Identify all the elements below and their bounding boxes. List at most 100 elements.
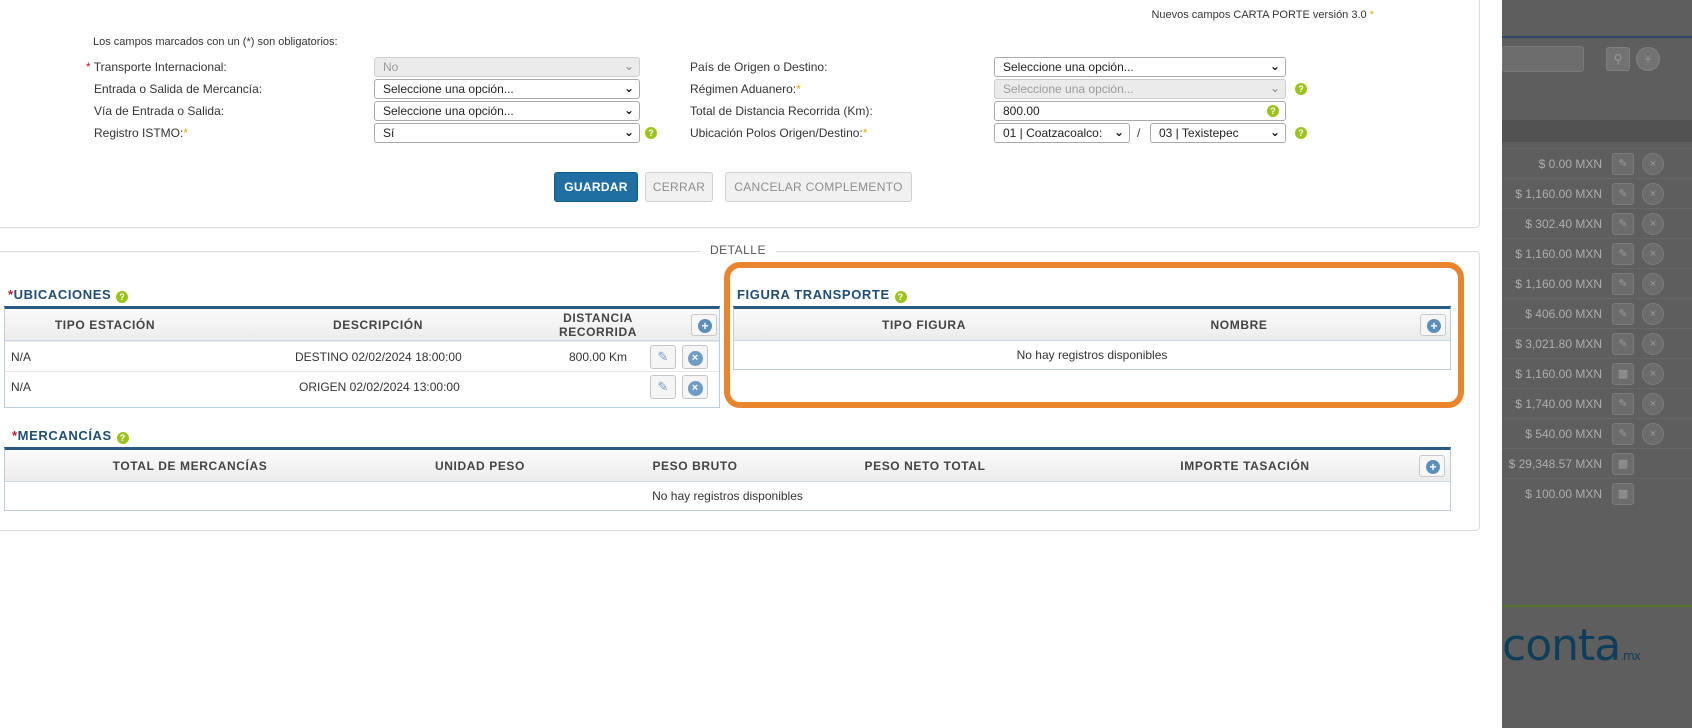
highlight-annotation [724, 262, 1464, 408]
table-row[interactable]: N/A ORIGEN 02/02/2024 13:00:00 ✎ × [5, 371, 719, 401]
delete-icon: × [1642, 393, 1664, 415]
col-importe-tasacion[interactable]: IMPORTE TASACIÓN [1065, 450, 1425, 482]
bg-table-row: $ 1,160.00 MXN ▩ × [1502, 358, 1692, 388]
cell-distancia: 800.00 Km [569, 350, 628, 364]
delete-icon: × [1642, 303, 1664, 325]
bg-amount: $ 1,740.00 MXN [1515, 397, 1602, 411]
empty-message: No hay registros disponibles [652, 489, 803, 503]
bg-table-row: $ 302.40 MXN ✎ × [1502, 208, 1692, 238]
col-peso-bruto[interactable]: PESO BRUTO [595, 450, 795, 482]
bg-amount: $ 1,160.00 MXN [1515, 247, 1602, 261]
field-pais-origen: País de Origen o Destino: Seleccione una… [0, 57, 1320, 77]
field-ubicacion-polos: Ubicación Polos Origen/Destino:* 01 | Co… [0, 123, 1320, 143]
col-peso-neto-total[interactable]: PESO NETO TOTAL [805, 450, 1045, 482]
delete-icon: × [1642, 363, 1664, 385]
mercancias-grid-header: TOTAL DE MERCANCÍAS UNIDAD PESO PESO BRU… [5, 450, 1450, 482]
bg-table-row: $ 540.00 MXN ✎ × [1502, 418, 1692, 448]
edit-icon[interactable]: ✎ [650, 345, 676, 369]
col-tipo-estacion[interactable]: TIPO ESTACIÓN [5, 309, 205, 341]
cancelar-complemento-button[interactable]: CANCELAR COMPLEMENTO [725, 172, 912, 202]
bg-table-header [1502, 120, 1692, 142]
edit-icon: ✎ [1612, 243, 1634, 265]
bg-table-row: $ 1,740.00 MXN ✎ × [1502, 388, 1692, 418]
bg-amount: $ 29,348.57 MXN [1508, 457, 1602, 471]
table-row[interactable]: N/A DESTINO 02/02/2024 18:00:00 800.00 K… [5, 341, 719, 371]
bg-table-row: $ 0.00 MXN ✎ × [1502, 148, 1692, 178]
bg-search-input [1502, 46, 1584, 72]
guardar-button[interactable]: GUARDAR [554, 172, 638, 202]
field-label: País de Origen o Destino: [690, 60, 828, 74]
chevron-down-icon: ⌄ [1113, 125, 1124, 139]
regimen-aduanero-select[interactable]: Seleccione una opción... ⌄ [994, 79, 1286, 99]
edit-icon[interactable]: ✎ [650, 375, 676, 399]
bg-table-row: $ 100.00 MXN ▩ [1502, 478, 1692, 508]
cell-descripcion: DESTINO 02/02/2024 18:00:00 [295, 350, 462, 364]
edit-icon: ✎ [1612, 213, 1634, 235]
edit-icon: ✎ [1612, 153, 1634, 175]
bg-amount: $ 302.40 MXN [1525, 217, 1602, 231]
help-icon[interactable]: ? [1267, 105, 1279, 117]
chevron-down-icon: ⌄ [1269, 59, 1280, 73]
polo-separator: / [1137, 126, 1141, 140]
edit-icon: ✎ [1612, 393, 1634, 415]
mercancias-title: *MERCANCÍAS? [12, 428, 129, 444]
delete-icon: × [1642, 333, 1664, 355]
col-unidad-peso[interactable]: UNIDAD PESO [365, 450, 595, 482]
edit-icon: ✎ [1612, 333, 1634, 355]
mercancias-grid: TOTAL DE MERCANCÍAS UNIDAD PESO PESO BRU… [4, 447, 1451, 511]
bg-amount: $ 100.00 MXN [1525, 487, 1602, 501]
bg-search-icon: ⚲ [1606, 47, 1630, 71]
delete-icon: × [1642, 153, 1664, 175]
add-ubicacion-button[interactable]: + [691, 314, 717, 336]
bg-table-row: $ 29,348.57 MXN ▩ [1502, 448, 1692, 478]
bg-amount: $ 540.00 MXN [1525, 427, 1602, 441]
pais-origen-select[interactable]: Seleccione una opción... ⌄ [994, 57, 1286, 77]
help-icon[interactable]: ? [116, 432, 129, 444]
cell-tipo: N/A [11, 350, 32, 364]
required-note: Los campos marcados con un (*) son oblig… [93, 36, 338, 48]
bg-table-row: $ 1,160.00 MXN ✎ × [1502, 268, 1692, 298]
delete-icon: × [1642, 213, 1664, 235]
polo-destino-select[interactable]: 03 | Texistepec ⌄ [1150, 123, 1286, 143]
field-label: Régimen Aduanero:* [690, 82, 801, 96]
carta-porte-form-panel: Nuevos campos CARTA PORTE versión 3.0 * … [0, 0, 1480, 228]
field-regimen-aduanero: Régimen Aduanero:* Seleccione una opción… [0, 79, 1320, 99]
col-total-mercancias[interactable]: TOTAL DE MERCANCÍAS [35, 450, 345, 482]
chevron-down-icon: ⌄ [1269, 81, 1280, 95]
bg-amount: $ 1,160.00 MXN [1515, 187, 1602, 201]
delete-icon: × [1642, 243, 1664, 265]
bg-header-line [1502, 36, 1692, 38]
ubicaciones-grid-header: TIPO ESTACIÓN DESCRIPCIÓN DISTANCIA RECO… [5, 309, 719, 341]
delete-icon[interactable]: × [682, 345, 708, 369]
delete-icon: × [1642, 273, 1664, 295]
cell-tipo: N/A [11, 380, 32, 394]
bg-table-row: $ 3,021.80 MXN ✎ × [1502, 328, 1692, 358]
field-label: Total de Distancia Recorrida (Km): [690, 104, 873, 118]
delete-icon: × [1642, 423, 1664, 445]
cell-descripcion: ORIGEN 02/02/2024 13:00:00 [299, 380, 460, 394]
econta-logo: conta.mx [1502, 620, 1641, 671]
edit-icon: ✎ [1612, 423, 1634, 445]
delete-icon: × [1642, 183, 1664, 205]
col-distancia-recorrida[interactable]: DISTANCIA RECORRIDA [551, 309, 645, 341]
field-label: Ubicación Polos Origen/Destino:* [690, 126, 868, 140]
lock-icon: ▩ [1612, 453, 1634, 475]
detalle-legend: DETALLE [700, 243, 776, 257]
cerrar-button[interactable]: CERRAR [645, 172, 713, 202]
bg-table-row: $ 1,160.00 MXN ✎ × [1502, 238, 1692, 268]
edit-icon: ✎ [1612, 183, 1634, 205]
polo-origen-select[interactable]: 01 | Coatzacoalco: ⌄ [994, 123, 1130, 143]
add-mercancia-button[interactable]: + [1419, 455, 1445, 477]
help-icon[interactable]: ? [1295, 83, 1307, 95]
lock-icon: ▩ [1612, 363, 1634, 385]
plus-icon: + [1426, 460, 1440, 474]
edit-icon: ✎ [1612, 273, 1634, 295]
ubicaciones-title: *UBICACIONES? [8, 287, 129, 303]
col-descripcion[interactable]: DESCRIPCIÓN [205, 309, 551, 341]
help-icon[interactable]: ? [1295, 127, 1307, 139]
bg-table-row: $ 1,160.00 MXN ✎ × [1502, 178, 1692, 208]
bg-amount: $ 3,021.80 MXN [1515, 337, 1602, 351]
distancia-total-input[interactable]: 800.00? [994, 101, 1286, 121]
delete-icon[interactable]: × [682, 375, 708, 399]
help-icon[interactable]: ? [116, 291, 129, 303]
